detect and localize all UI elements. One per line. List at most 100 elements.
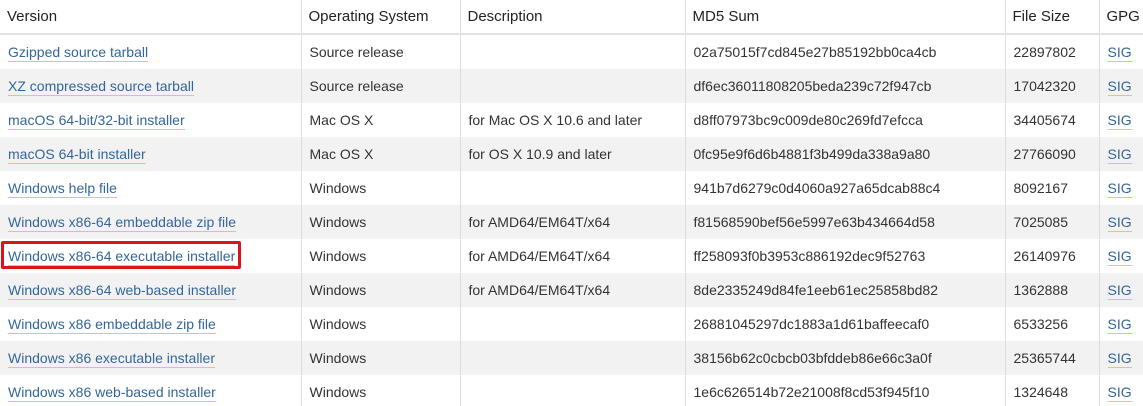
table-row: Windows x86 executable installer Windows 3… <box>0 341 1143 375</box>
cell-md5-sum: ff258093f0b3953c886192dec9f52763 <box>685 239 1006 273</box>
cell-md5-sum: 0fc95e9f6d6b4881f3b499da338a9a80 <box>685 137 1006 171</box>
download-link[interactable]: Windows help file <box>8 180 117 198</box>
cell-file-size: 26140976 <box>1005 239 1100 273</box>
cell-gpg: SIG <box>1099 375 1143 406</box>
cell-version: Windows x86 executable installer <box>0 341 302 375</box>
table-row: Windows help file Windows 941b7d6279c0d406… <box>0 171 1143 205</box>
sig-link[interactable]: SIG <box>1107 384 1132 402</box>
cell-operating-system: Windows <box>301 273 461 307</box>
files-table: Version Operating System Description MD5… <box>0 0 1143 406</box>
table-row: Windows x86 embeddable zip file Windows 26… <box>0 307 1143 341</box>
sig-link[interactable]: SIG <box>1107 248 1132 266</box>
download-link[interactable]: Gzipped source tarball <box>8 44 149 62</box>
cell-gpg: SIG <box>1099 239 1143 273</box>
cell-operating-system: Mac OS X <box>301 103 461 137</box>
sig-link[interactable]: SIG <box>1107 282 1132 300</box>
cell-gpg: SIG <box>1099 137 1143 171</box>
cell-file-size: 25365744 <box>1005 341 1100 375</box>
cell-description: for AMD64/EM64T/x64 <box>460 239 686 273</box>
cell-file-size: 7025085 <box>1005 205 1100 239</box>
cell-description <box>460 34 686 69</box>
cell-version: Windows help file <box>0 171 302 205</box>
cell-operating-system: Mac OS X <box>301 137 461 171</box>
cell-gpg: SIG <box>1099 273 1143 307</box>
cell-operating-system: Source release <box>301 34 461 69</box>
cell-description <box>460 171 686 205</box>
cell-md5-sum: 941b7d6279c0d4060a927a65dcab88c4 <box>685 171 1006 205</box>
download-link[interactable]: XZ compressed source tarball <box>8 78 194 96</box>
cell-gpg: SIG <box>1099 103 1143 137</box>
cell-operating-system: Windows <box>301 171 461 205</box>
cell-description <box>460 69 686 103</box>
header-description: Description <box>460 0 686 35</box>
cell-description <box>460 375 686 406</box>
table-row: macOS 64-bit/32-bit installer Mac OS Xfor… <box>0 103 1143 137</box>
table-row: Windows x86-64 web-based installer Window… <box>0 273 1143 307</box>
table-row: Windows x86-64 embeddable zip file Window… <box>0 205 1143 239</box>
download-link[interactable]: Windows x86-64 web-based installer <box>8 282 236 300</box>
table-row: XZ compressed source tarball Source relea… <box>0 69 1143 103</box>
sig-link[interactable]: SIG <box>1107 78 1132 96</box>
cell-description: for AMD64/EM64T/x64 <box>460 273 686 307</box>
download-link[interactable]: Windows x86 web-based installer <box>8 384 216 402</box>
cell-version: Windows x86 web-based installer <box>0 375 302 406</box>
cell-md5-sum: 02a75015f7cd845e27b85192bb0ca4cb <box>685 34 1006 69</box>
table-row: Windows x86 web-based installer Windows 1e… <box>0 375 1143 406</box>
cell-file-size: 17042320 <box>1005 69 1100 103</box>
cell-gpg: SIG <box>1099 34 1143 69</box>
table-body: Gzipped source tarball Source release 02a7… <box>0 34 1143 406</box>
cell-md5-sum: df6ec36011808205beda239c72f947cb <box>685 69 1006 103</box>
cell-description: for OS X 10.9 and later <box>460 137 686 171</box>
cell-file-size: 27766090 <box>1005 137 1100 171</box>
sig-link[interactable]: SIG <box>1107 44 1132 62</box>
cell-md5-sum: 38156b62c0cbcb03bfddeb86e66c3a0f <box>685 341 1006 375</box>
table-row: Windows x86-64 executable installer Windo… <box>0 239 1143 273</box>
cell-file-size: 22897802 <box>1005 34 1100 69</box>
sig-link[interactable]: SIG <box>1107 214 1132 232</box>
cell-version: XZ compressed source tarball <box>0 69 302 103</box>
cell-operating-system: Windows <box>301 205 461 239</box>
download-link[interactable]: Windows x86-64 executable installer <box>8 248 236 266</box>
cell-gpg: SIG <box>1099 205 1143 239</box>
download-link[interactable]: macOS 64-bit installer <box>8 146 146 164</box>
cell-file-size: 8092167 <box>1005 171 1100 205</box>
cell-version: macOS 64-bit/32-bit installer <box>0 103 302 137</box>
cell-md5-sum: 1e6c626514b72e21008f8cd53f945f10 <box>685 375 1006 406</box>
cell-description <box>460 341 686 375</box>
sig-link[interactable]: SIG <box>1107 180 1132 198</box>
cell-description: for AMD64/EM64T/x64 <box>460 205 686 239</box>
sig-link[interactable]: SIG <box>1107 350 1132 368</box>
header-version: Version <box>0 0 302 35</box>
cell-operating-system: Windows <box>301 239 461 273</box>
sig-link[interactable]: SIG <box>1107 146 1132 164</box>
cell-gpg: SIG <box>1099 307 1143 341</box>
cell-file-size: 6533256 <box>1005 307 1100 341</box>
cell-description <box>460 307 686 341</box>
cell-file-size: 34405674 <box>1005 103 1100 137</box>
sig-link[interactable]: SIG <box>1107 112 1132 130</box>
header-md5-sum: MD5 Sum <box>685 0 1006 35</box>
header-operating-system: Operating System <box>301 0 461 35</box>
cell-operating-system: Source release <box>301 69 461 103</box>
cell-operating-system: Windows <box>301 307 461 341</box>
cell-md5-sum: 8de2335249d84fe1eeb61ec25858bd82 <box>685 273 1006 307</box>
cell-md5-sum: d8ff07973bc9c009de80c269fd7efcca <box>685 103 1006 137</box>
download-link[interactable]: Windows x86 embeddable zip file <box>8 316 216 334</box>
header-file-size: File Size <box>1005 0 1100 35</box>
download-link[interactable]: Windows x86 executable installer <box>8 350 215 368</box>
cell-version: Windows x86-64 embeddable zip file <box>0 205 302 239</box>
cell-description: for Mac OS X 10.6 and later <box>460 103 686 137</box>
sig-link[interactable]: SIG <box>1107 316 1132 334</box>
cell-file-size: 1324648 <box>1005 375 1100 406</box>
download-link[interactable]: Windows x86-64 embeddable zip file <box>8 214 237 232</box>
cell-version: macOS 64-bit installer <box>0 137 302 171</box>
download-link[interactable]: macOS 64-bit/32-bit installer <box>8 112 185 130</box>
cell-gpg: SIG <box>1099 69 1143 103</box>
table-row: macOS 64-bit installer Mac OS Xfor OS X 1… <box>0 137 1143 171</box>
table-row: Gzipped source tarball Source release 02a7… <box>0 34 1143 69</box>
cell-md5-sum: f81568590bef56e5997e63b434664d58 <box>685 205 1006 239</box>
cell-version: Gzipped source tarball <box>0 34 302 69</box>
cell-gpg: SIG <box>1099 341 1143 375</box>
cell-file-size: 1362888 <box>1005 273 1100 307</box>
cell-operating-system: Windows <box>301 341 461 375</box>
